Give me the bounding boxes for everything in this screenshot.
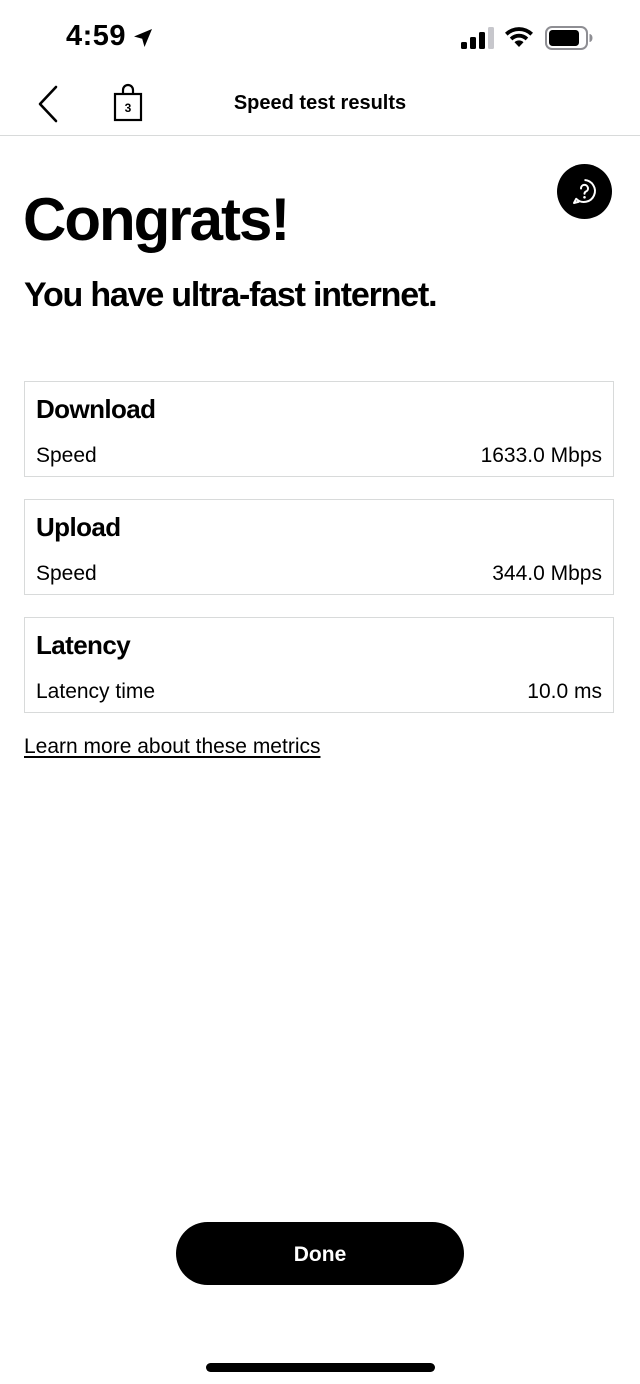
upload-speed-value: 344.0 Mbps bbox=[492, 562, 602, 585]
page-title: Speed test results bbox=[233, 92, 407, 114]
learn-more-link[interactable]: Learn more about these metrics bbox=[24, 735, 320, 759]
headline: Congrats! bbox=[23, 186, 290, 253]
done-button[interactable]: Done bbox=[176, 1222, 464, 1285]
status-bar: 4:59 bbox=[0, 0, 640, 76]
latency-time-label: Latency time bbox=[36, 680, 156, 703]
location-arrow-icon bbox=[134, 29, 152, 47]
latency-time-value: 10.0 ms bbox=[527, 680, 602, 703]
nav-header: 3 Speed test results bbox=[0, 76, 640, 136]
download-card: Download Speed 1633.0 Mbps bbox=[24, 381, 614, 477]
upload-speed-label: Speed bbox=[36, 562, 97, 585]
latency-card: Latency Latency time 10.0 ms bbox=[24, 617, 614, 713]
home-indicator bbox=[206, 1363, 435, 1372]
download-speed-value: 1633.0 Mbps bbox=[480, 444, 602, 467]
subheadline: You have ultra-fast internet. bbox=[24, 276, 438, 314]
help-button[interactable] bbox=[557, 164, 612, 219]
wifi-icon bbox=[505, 27, 533, 47]
download-title: Download bbox=[36, 394, 156, 424]
status-time: 4:59 bbox=[66, 20, 127, 52]
upload-card: Upload Speed 344.0 Mbps bbox=[24, 499, 614, 595]
cellular-signal-icon bbox=[461, 27, 494, 49]
battery-icon bbox=[545, 26, 593, 50]
latency-title: Latency bbox=[36, 630, 131, 660]
download-speed-label: Speed bbox=[36, 444, 97, 467]
upload-title: Upload bbox=[36, 512, 121, 542]
help-chat-icon bbox=[573, 179, 596, 204]
